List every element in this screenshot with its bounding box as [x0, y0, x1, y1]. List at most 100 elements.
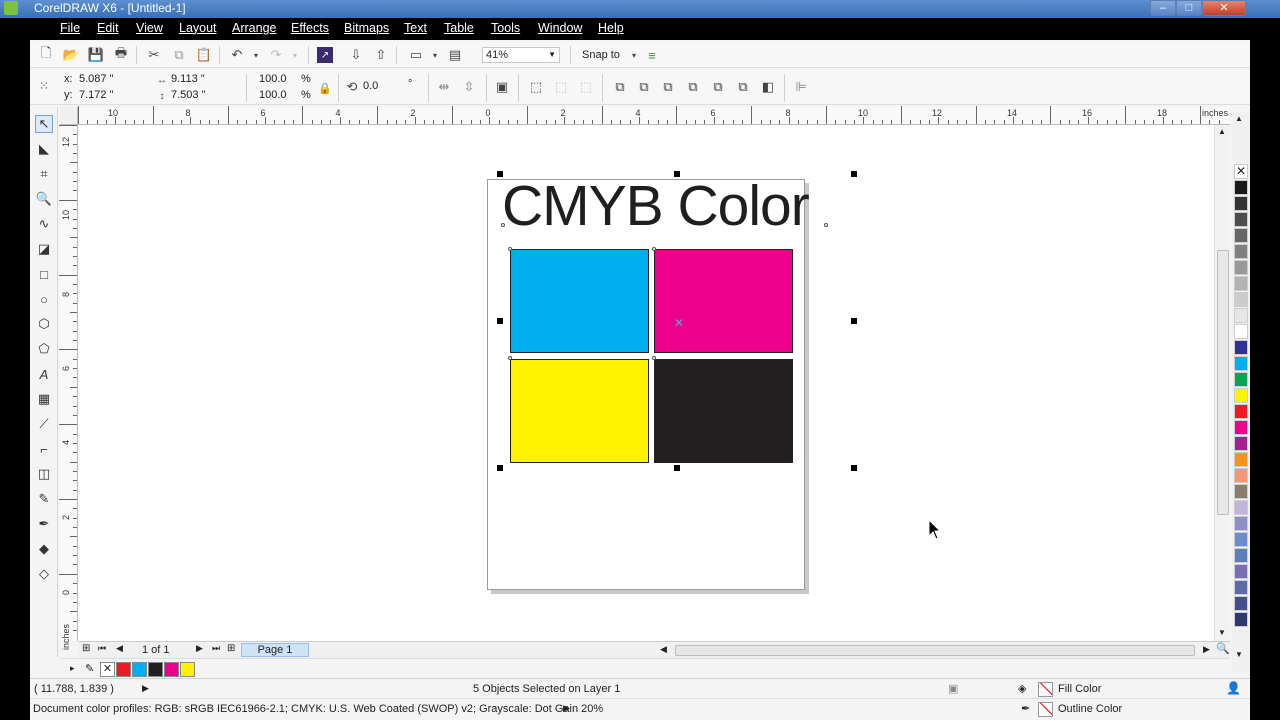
palette-swatch[interactable]: [1234, 372, 1248, 387]
vertical-ruler[interactable]: 12 10 8 6 4 2 0 inches: [59, 125, 78, 650]
palette-swatch[interactable]: [1234, 548, 1248, 563]
cut-icon[interactable]: ✂: [146, 47, 162, 63]
fill-none-swatch[interactable]: [1038, 682, 1053, 697]
horizontal-ruler[interactable]: 10 8 6 4 2 0 2 4 6 8 10 12 14 16 18 inch…: [78, 106, 1230, 125]
shape-tool-icon[interactable]: ◣: [35, 140, 53, 158]
menu-file[interactable]: File: [60, 21, 80, 35]
close-button[interactable]: ✕: [1202, 0, 1246, 16]
add-page-before-icon[interactable]: ⊞: [82, 643, 90, 654]
snap-dropdown-icon[interactable]: ▾: [626, 47, 642, 63]
redo-dropdown-icon[interactable]: ▾: [287, 47, 303, 63]
weld-icon[interactable]: ⧉: [612, 79, 628, 95]
eyedropper-tool-icon[interactable]: ✎: [35, 490, 53, 508]
selection-handle-w[interactable]: [497, 318, 503, 324]
redo-icon[interactable]: ↷: [268, 47, 284, 63]
yellow-rectangle[interactable]: [510, 359, 649, 463]
crop-tool-icon[interactable]: ⌗: [35, 165, 53, 183]
drawing-canvas[interactable]: CMYB Color ✕: [78, 125, 1214, 641]
selection-handle-ne[interactable]: [851, 171, 857, 177]
menu-help[interactable]: Help: [598, 21, 624, 35]
simplify-icon[interactable]: ⧉: [685, 79, 701, 95]
connector-tool-icon[interactable]: ⌐: [35, 440, 53, 458]
menu-effects[interactable]: Effects: [291, 21, 329, 35]
status-expand-icon[interactable]: ▶: [142, 683, 149, 694]
palette-swatch[interactable]: [1234, 532, 1248, 547]
height-field[interactable]: 7.503 ": [168, 88, 240, 104]
menu-layout[interactable]: Layout: [179, 21, 217, 35]
smart-fill-icon[interactable]: ◪: [35, 240, 53, 258]
selection-handle-nw[interactable]: [497, 171, 503, 177]
new-icon[interactable]: 🗋: [38, 45, 54, 63]
save-icon[interactable]: 💾: [88, 47, 104, 63]
palette-swatch[interactable]: [1234, 308, 1248, 323]
search-icon[interactable]: ↗: [317, 47, 333, 63]
outline-none-swatch[interactable]: [1038, 702, 1053, 717]
palette-swatch[interactable]: [1234, 596, 1248, 611]
palette-scroll-down-icon[interactable]: ▼: [1235, 650, 1243, 659]
palette-swatch[interactable]: [1234, 212, 1248, 227]
palette-swatch[interactable]: [1234, 468, 1248, 483]
arrange-icon[interactable]: ▣: [494, 79, 510, 95]
lock-ratio-icon[interactable]: 🔒: [317, 80, 333, 96]
palette-swatch[interactable]: [1234, 564, 1248, 579]
group-icon[interactable]: ⬚: [528, 79, 544, 95]
palette-swatch[interactable]: [1234, 580, 1248, 595]
trim-icon[interactable]: ⧉: [636, 79, 652, 95]
palette-swatch[interactable]: [1234, 260, 1248, 275]
palette-swatch[interactable]: [1234, 324, 1248, 339]
palette-swatch[interactable]: [1234, 292, 1248, 307]
cyan-rectangle[interactable]: [510, 249, 649, 353]
palette-swatch[interactable]: [1234, 484, 1248, 499]
palette-swatch[interactable]: [1234, 356, 1248, 371]
blend-tool-icon[interactable]: ◫: [35, 465, 53, 483]
selection-handle-e[interactable]: [851, 318, 857, 324]
doc-palette-swatch[interactable]: [116, 662, 131, 677]
freehand-tool-icon[interactable]: ∿: [35, 215, 53, 233]
vertical-scrollbar[interactable]: ▲ ▼: [1214, 125, 1230, 641]
ellipse-tool-icon[interactable]: ○: [35, 290, 53, 308]
doc-palette-eyedropper-icon[interactable]: ✎: [85, 662, 94, 675]
palette-swatch[interactable]: [1234, 340, 1248, 355]
open-icon[interactable]: 📂: [63, 47, 79, 63]
zoom-tool-icon[interactable]: 🔍: [35, 190, 53, 208]
scale-width-field[interactable]: 100.0: [256, 72, 296, 88]
palette-swatch[interactable]: [1234, 388, 1248, 403]
menu-bitmaps[interactable]: Bitmaps: [344, 21, 389, 35]
palette-swatch[interactable]: [1234, 244, 1248, 259]
page-tab[interactable]: Page 1: [241, 643, 309, 657]
undo-icon[interactable]: ↶: [229, 47, 245, 63]
palette-swatch[interactable]: [1234, 180, 1248, 195]
menu-edit[interactable]: Edit: [97, 21, 119, 35]
paste-icon[interactable]: 📋: [196, 47, 212, 63]
pick-tool-icon[interactable]: ↖: [35, 115, 53, 133]
table-tool-icon[interactable]: ▦: [35, 390, 53, 408]
canvas-heading-text[interactable]: CMYB Color: [502, 173, 810, 239]
last-page-icon[interactable]: ⏭: [212, 643, 220, 654]
copy-icon[interactable]: ⧉: [171, 47, 187, 63]
dimension-tool-icon[interactable]: ⟋: [35, 415, 53, 433]
snap-icon[interactable]: ≡: [644, 47, 660, 63]
front-minus-back-icon[interactable]: ⧉: [710, 79, 726, 95]
publish-dropdown-icon[interactable]: ▾: [427, 47, 443, 63]
palette-swatch[interactable]: [1234, 436, 1248, 451]
scale-height-field[interactable]: 100.0: [256, 88, 296, 104]
basic-shapes-icon[interactable]: ⬠: [35, 340, 53, 358]
zoom-level-select[interactable]: 41% ▼: [482, 47, 560, 63]
doc-palette-swatch[interactable]: [132, 662, 147, 677]
hscroll-right-icon[interactable]: ▶: [1203, 644, 1210, 655]
snap-to-button[interactable]: Snap to: [582, 49, 620, 61]
prev-page-icon[interactable]: ◀: [116, 643, 123, 654]
view-icon[interactable]: ▤: [447, 47, 463, 63]
rotation-field[interactable]: 0.0: [360, 79, 400, 95]
palette-swatch[interactable]: [1234, 612, 1248, 627]
maximize-button[interactable]: □: [1176, 0, 1202, 16]
selection-handle-sw[interactable]: [497, 465, 503, 471]
x-position-field[interactable]: 5.087 ": [76, 72, 148, 88]
create-boundary-icon[interactable]: ◧: [760, 79, 776, 95]
palette-swatch[interactable]: [1234, 404, 1248, 419]
text-tool-icon[interactable]: A: [35, 365, 53, 383]
object-origin-icon[interactable]: ⁙: [36, 78, 52, 94]
publish-icon[interactable]: ▭: [408, 47, 424, 63]
undo-dropdown-icon[interactable]: ▾: [248, 47, 264, 63]
scroll-down-icon[interactable]: ▼: [1218, 628, 1226, 637]
